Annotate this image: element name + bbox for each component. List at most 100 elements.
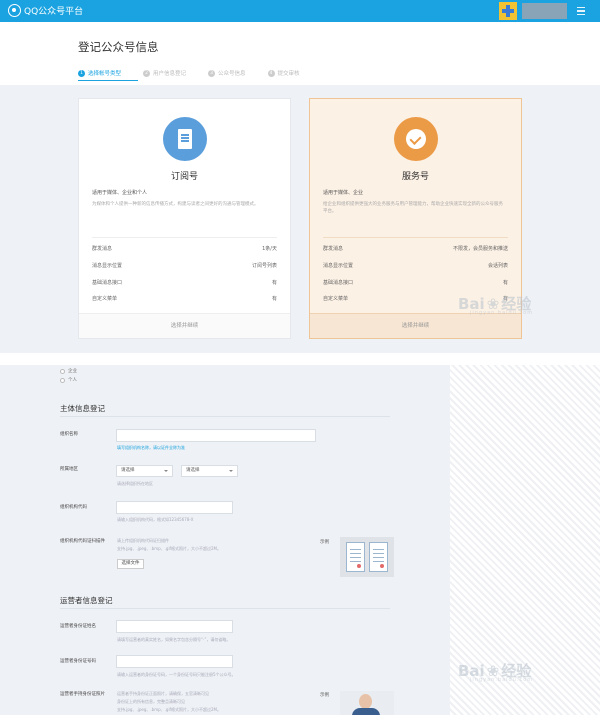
page-header: 登记公众号信息 1 选择帐号类型 2 用户信息登记 3 公众号信息 4 提交审核 <box>0 22 600 85</box>
operator-id-label: 运营者身份证号码 <box>60 659 96 664</box>
step-4: 4 提交审核 <box>267 69 300 77</box>
radio-button[interactable] <box>60 368 65 374</box>
section-divider <box>60 608 390 609</box>
card-description: 给企业和组织提供更强大的业务服务与用户管理能力，帮助企业快速实现全新的公众号服务… <box>323 202 503 214</box>
field-hint: 请输入组织机构代码，格式如12345678-X <box>117 517 194 522</box>
feature-row: 基础消息接口 有 <box>92 279 277 286</box>
step-3: 3 公众号信息 <box>208 69 246 77</box>
feature-label: 群发消息 <box>323 246 344 252</box>
divider <box>92 237 277 238</box>
field-hint: 请输入运营者的身份证号码，一个身份证号码只能注册5个公众号。 <box>117 672 236 677</box>
feature-row: 消息显示位置 会话列表 <box>323 262 508 269</box>
step-2-number: 2 <box>143 69 151 77</box>
step-3-number: 3 <box>208 69 216 77</box>
field-hint: 请选择组织所在地区 <box>117 481 153 486</box>
select-subscription-button[interactable]: 选择并继续 <box>79 313 290 338</box>
upload-file-button[interactable]: 选择文件 <box>117 559 144 569</box>
field-hint: 支持.jpg、.jpeg、.bmp、.gif格式照片，大小不超过2M。 <box>117 707 221 712</box>
feature-label: 消息显示位置 <box>323 263 354 269</box>
feature-label: 自定义菜单 <box>92 296 118 302</box>
step-2: 2 用户信息登记 <box>143 69 186 77</box>
step-1-label: 选择帐号类型 <box>88 71 122 77</box>
province-select[interactable]: 请选择 <box>116 465 173 477</box>
field-hint: 请填写运营者的真实姓名，如果名字包含分隔号“·”，请勿省略。 <box>117 637 231 642</box>
subject-type-option[interactable]: 企业 <box>60 368 77 374</box>
subscription-icon <box>163 117 207 161</box>
radio-button[interactable] <box>60 377 65 383</box>
card-suitable: 适用于媒体、企业和个人 <box>92 190 148 196</box>
watermark: Bai ❀ 经验 jingyan.baidu.com <box>458 660 534 684</box>
menu-icon[interactable] <box>577 7 585 15</box>
field-hint: 支持.jpg、.jpeg、.bmp、.gif格式照片，大小不超过2M。 <box>117 546 221 551</box>
badge-check-icon <box>406 129 426 149</box>
feature-value: 会话列表 <box>487 263 508 269</box>
field-hint: 身份证上的所有信息，完整且清晰可见 <box>117 699 185 704</box>
service-icon <box>394 117 438 161</box>
radio-label: 企业 <box>68 369 77 374</box>
feature-value: 订阅号列表 <box>251 263 277 269</box>
step-4-number: 4 <box>267 69 275 77</box>
watermark-sub: jingyan.baidu.com <box>470 310 534 316</box>
section-title: 主体信息登记 <box>60 404 105 413</box>
section-divider <box>60 416 390 417</box>
card-suitable: 适用于媒体、企业 <box>323 190 364 196</box>
watermark: Bai ❀ 经验 jingyan.baidu.com <box>458 293 534 317</box>
feature-row: 基础消息接口 有 <box>323 279 508 286</box>
feature-value: 有 <box>271 280 277 286</box>
org-code-label: 组织机构代码 <box>60 505 87 510</box>
subject-type-option[interactable]: 个人 <box>60 377 77 383</box>
radio-label: 个人 <box>68 378 77 383</box>
section-gap <box>0 353 600 365</box>
step-1: 1 选择帐号类型 <box>78 69 121 77</box>
subscription-card[interactable]: 订阅号 适用于媒体、企业和个人 为媒体和个人提供一种新的信息传播方式，构建与读者… <box>78 98 291 339</box>
example-id-photo <box>340 691 394 715</box>
feature-value: 有 <box>271 296 277 302</box>
document-icon <box>178 129 192 149</box>
app-logo-text: QQ公众号平台 <box>24 7 84 17</box>
org-name-input[interactable] <box>116 429 316 442</box>
feature-label: 消息显示位置 <box>92 263 123 269</box>
operator-name-label: 运营者身份证姓名 <box>60 624 96 629</box>
field-hint: 请上传组织机构代码证扫描件 <box>117 538 169 543</box>
certificate-page <box>346 542 365 572</box>
card-title: 服务号 <box>401 172 429 182</box>
feature-label: 基础消息接口 <box>323 280 354 286</box>
step-indicator: 1 选择帐号类型 2 用户信息登记 3 公众号信息 4 提交审核 <box>78 69 300 77</box>
field-hint: 运营者手持身份证正面照片，请确保，五官清晰可见 <box>117 691 209 696</box>
feature-row: 群发消息 不限发，会员服务和推送 <box>323 245 508 252</box>
region-label: 所属地区 <box>60 467 78 472</box>
certificate-page <box>369 542 388 572</box>
app-logo[interactable]: QQ公众号平台 <box>8 4 83 17</box>
page-title: 登记公众号信息 <box>78 40 159 54</box>
select-service-button[interactable]: 选择并继续 <box>310 313 521 338</box>
step-1-number: 1 <box>78 69 85 77</box>
operator-name-input[interactable] <box>116 620 233 633</box>
top-bar: QQ公众号平台 <box>0 0 600 22</box>
avatar[interactable] <box>499 2 517 20</box>
registration-form: 企业 个人 主体信息登记 组织名称 填写组织机构名称，请以证件全称为准 所属地区… <box>0 365 450 715</box>
org-name-label: 组织名称 <box>60 432 78 437</box>
section-title: 运营者信息登记 <box>60 596 113 605</box>
operator-photo-label: 运营者手持身份证照片 <box>60 692 105 697</box>
watermark-sub: jingyan.baidu.com <box>470 677 534 683</box>
card-title: 订阅号 <box>170 172 198 182</box>
feature-label: 自定义菜单 <box>323 296 349 302</box>
feature-row: 消息显示位置 订阅号列表 <box>92 262 277 269</box>
feature-value: 1条/天 <box>262 246 277 252</box>
example-label: 示例 <box>320 540 329 545</box>
org-code-input[interactable] <box>116 501 233 514</box>
city-select[interactable]: 请选择 <box>181 465 238 477</box>
step-4-label: 提交审核 <box>277 71 300 77</box>
feature-row: 群发消息 1条/天 <box>92 245 277 252</box>
user-name-box[interactable] <box>522 3 567 19</box>
example-label: 示例 <box>320 693 329 698</box>
field-hint: 填写组织机构名称，请以证件全称为准 <box>117 445 185 450</box>
divider <box>323 237 508 238</box>
feature-value: 不限发，会员服务和推送 <box>452 246 508 252</box>
operator-id-input[interactable] <box>116 655 233 668</box>
feature-label: 群发消息 <box>92 246 113 252</box>
feature-label: 基础消息接口 <box>92 280 123 286</box>
example-certificate-image <box>340 537 394 577</box>
card-description: 为媒体和个人提供一种新的信息传播方式，构建与读者之间更好的沟通与管理模式。 <box>92 202 259 207</box>
step-2-label: 用户信息登记 <box>153 71 187 77</box>
